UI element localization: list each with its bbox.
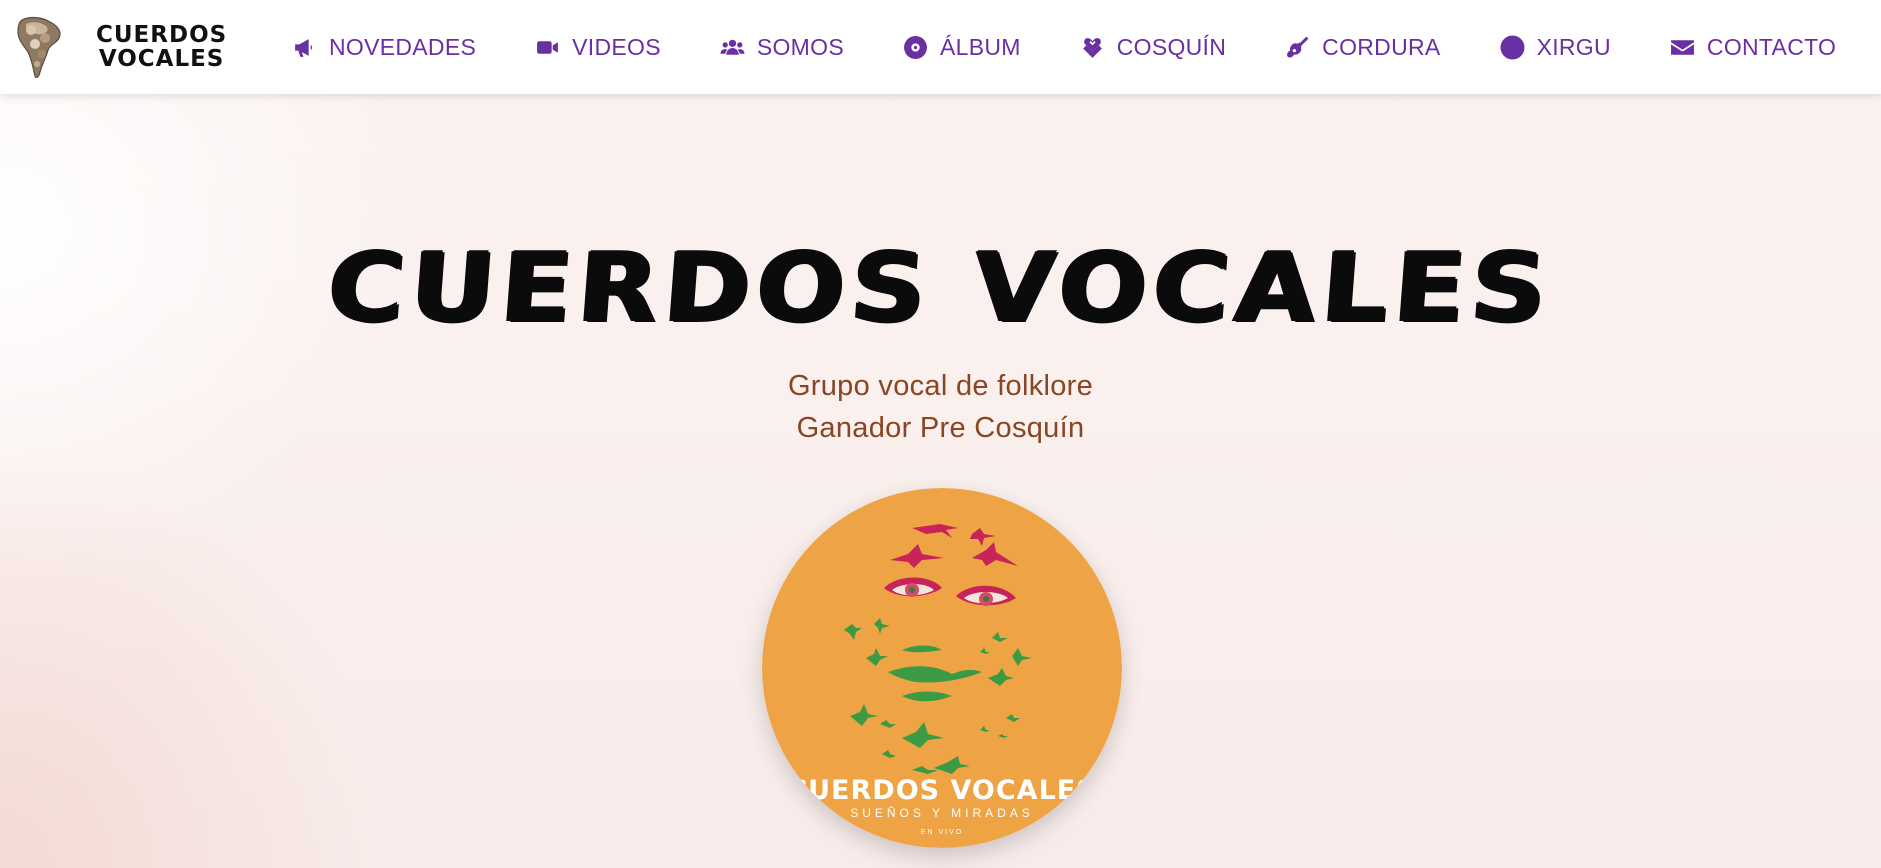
nav-label-cordura: CORDURA bbox=[1322, 33, 1441, 60]
brand-line2: VOCALES bbox=[98, 46, 225, 72]
nav-item-cosquin[interactable]: COSQUÍN bbox=[1080, 34, 1226, 61]
main-nav: NOVEDADES VIDEOS SOMOS ÁLBUM COSQUÍN COR… bbox=[292, 0, 1836, 94]
album-cover[interactable]: CUERDOS VOCALES SUEÑOS Y MIRADAS EN VIVO bbox=[762, 488, 1122, 848]
nav-item-contacto[interactable]: CONTACTO bbox=[1670, 34, 1836, 61]
layered-heart-icon bbox=[1080, 35, 1105, 60]
brand-line1: CUERDOS bbox=[96, 22, 228, 48]
nav-item-album[interactable]: ÁLBUM bbox=[903, 34, 1021, 61]
nav-item-cordura[interactable]: CORDURA bbox=[1285, 34, 1440, 61]
south-america-collage-logo bbox=[16, 14, 66, 80]
nav-label-xirgu: XIRGU bbox=[1536, 33, 1611, 60]
users-icon bbox=[720, 35, 745, 60]
nav-label-cosquin: COSQUÍN bbox=[1116, 33, 1227, 60]
guitar-icon bbox=[1285, 35, 1310, 60]
nav-item-videos[interactable]: VIDEOS bbox=[535, 34, 661, 61]
top-navbar: CUERDOS VOCALES NOVEDADES VIDEOS SOMOS Á… bbox=[0, 0, 1881, 94]
nav-label-somos: SOMOS bbox=[756, 33, 844, 60]
brand[interactable]: CUERDOS VOCALES bbox=[16, 14, 227, 80]
hero-subtitle-line2: Ganador Pre Cosquín bbox=[796, 412, 1085, 444]
nav-label-novedades: NOVEDADES bbox=[329, 33, 477, 60]
hero-subtitle-line1: Grupo vocal de folklore bbox=[787, 370, 1094, 402]
album-cover-title: CUERDOS VOCALES bbox=[787, 775, 1097, 806]
album-cover-tagline: EN VIVO bbox=[920, 829, 964, 836]
nav-item-xirgu[interactable]: XIRGU bbox=[1500, 34, 1611, 61]
video-camera-icon bbox=[535, 35, 560, 60]
nav-label-album: ÁLBUM bbox=[939, 33, 1021, 60]
brand-wordmark: CUERDOS VOCALES bbox=[96, 23, 227, 71]
nav-label-contacto: CONTACTO bbox=[1706, 33, 1837, 60]
nav-item-novedades[interactable]: NOVEDADES bbox=[292, 34, 476, 61]
nav-label-videos: VIDEOS bbox=[572, 33, 661, 60]
nav-item-somos[interactable]: SOMOS bbox=[720, 34, 844, 61]
circle-icon bbox=[1500, 35, 1525, 60]
compact-disc-icon bbox=[903, 35, 928, 60]
megaphone-icon bbox=[292, 35, 317, 60]
envelope-icon bbox=[1670, 35, 1695, 60]
album-cover-subtitle: SUEÑOS Y MIRADAS bbox=[850, 806, 1034, 820]
hero-title: CUERDOS VOCALES bbox=[324, 230, 1557, 344]
